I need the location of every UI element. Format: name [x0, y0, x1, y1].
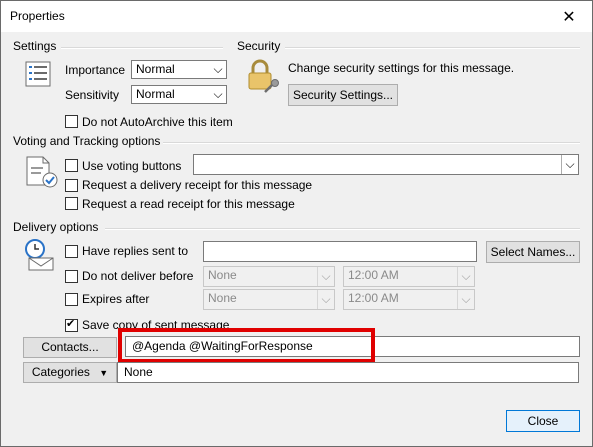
- use-voting-label: Use voting buttons: [82, 159, 182, 173]
- do-not-deliver-time-value: 12:00 AM: [348, 268, 399, 282]
- delivery-clock-icon: [23, 238, 57, 272]
- select-names-button[interactable]: Select Names...: [486, 241, 580, 263]
- chevron-down-icon: ⌵: [317, 267, 334, 286]
- settings-divider: [61, 47, 223, 49]
- highlight-box: [118, 328, 375, 363]
- expires-after-checkbox[interactable]: [65, 293, 78, 306]
- contacts-button[interactable]: Contacts...: [23, 337, 117, 358]
- importance-label: Importance: [65, 63, 126, 77]
- categories-button[interactable]: Categories ▼: [23, 362, 117, 383]
- chevron-down-icon: ⌵: [213, 62, 223, 76]
- do-not-deliver-label: Do not deliver before: [82, 269, 194, 283]
- expires-date-value: None: [208, 291, 237, 305]
- importance-select[interactable]: Normal ⌵: [131, 60, 227, 79]
- security-settings-button[interactable]: Security Settings...: [288, 84, 398, 106]
- read-receipt-label: Request a read receipt for this message: [82, 197, 295, 211]
- autoarchive-label: Do not AutoArchive this item: [82, 115, 233, 129]
- sensitivity-select[interactable]: Normal ⌵: [131, 85, 227, 104]
- do-not-deliver-date-value: None: [208, 268, 237, 282]
- chevron-down-icon: ⌵: [457, 290, 474, 309]
- close-button[interactable]: Close: [506, 410, 580, 432]
- autoarchive-checkbox[interactable]: [65, 115, 78, 128]
- categories-input[interactable]: None: [117, 362, 579, 383]
- title-bar: Properties ✕: [1, 1, 592, 32]
- sensitivity-value: Normal: [136, 87, 175, 101]
- dropdown-arrow-icon: ▼: [99, 368, 109, 378]
- voting-tracking-icon: [23, 155, 59, 189]
- chevron-down-icon: ⌵: [317, 290, 334, 309]
- settings-icon: [25, 61, 53, 87]
- delivery-divider: [105, 228, 580, 230]
- expires-time-value: 12:00 AM: [348, 291, 399, 305]
- voting-divider: [163, 142, 580, 144]
- voting-buttons-select[interactable]: ⌵: [193, 154, 579, 175]
- do-not-deliver-date-select[interactable]: None ⌵: [203, 266, 335, 287]
- properties-dialog: Properties ✕ Settings Importance Normal …: [0, 0, 593, 447]
- security-section-label: Security: [237, 39, 281, 53]
- close-icon: ✕: [562, 8, 576, 26]
- do-not-deliver-time-select[interactable]: 12:00 AM ⌵: [343, 266, 475, 287]
- dialog-title: Properties: [10, 9, 65, 23]
- have-replies-checkbox[interactable]: [65, 245, 78, 258]
- expires-time-select[interactable]: 12:00 AM ⌵: [343, 289, 475, 310]
- use-voting-checkbox[interactable]: [65, 159, 78, 172]
- chevron-down-icon: ⌵: [561, 155, 578, 174]
- importance-value: Normal: [136, 62, 175, 76]
- expires-after-label: Expires after: [82, 292, 150, 306]
- settings-section-label: Settings: [13, 39, 57, 53]
- voting-section-label: Voting and Tracking options: [13, 134, 161, 148]
- security-divider: [285, 47, 580, 49]
- do-not-deliver-checkbox[interactable]: [65, 270, 78, 283]
- expires-date-select[interactable]: None ⌵: [203, 289, 335, 310]
- read-receipt-checkbox[interactable]: [65, 197, 78, 210]
- delivery-receipt-label: Request a delivery receipt for this mess…: [82, 178, 313, 192]
- categories-label: Categories: [31, 365, 90, 379]
- delivery-section-label: Delivery options: [13, 220, 99, 234]
- chevron-down-icon: ⌵: [213, 87, 223, 101]
- replies-to-input[interactable]: [203, 241, 477, 262]
- sensitivity-label: Sensitivity: [65, 88, 120, 102]
- security-description: Change security settings for this messag…: [288, 61, 515, 75]
- save-copy-checkbox[interactable]: [65, 317, 78, 332]
- lock-icon: [247, 59, 281, 93]
- close-window-button[interactable]: ✕: [546, 1, 592, 32]
- delivery-receipt-checkbox[interactable]: [65, 179, 78, 192]
- have-replies-label: Have replies sent to: [82, 244, 189, 258]
- chevron-down-icon: ⌵: [457, 267, 474, 286]
